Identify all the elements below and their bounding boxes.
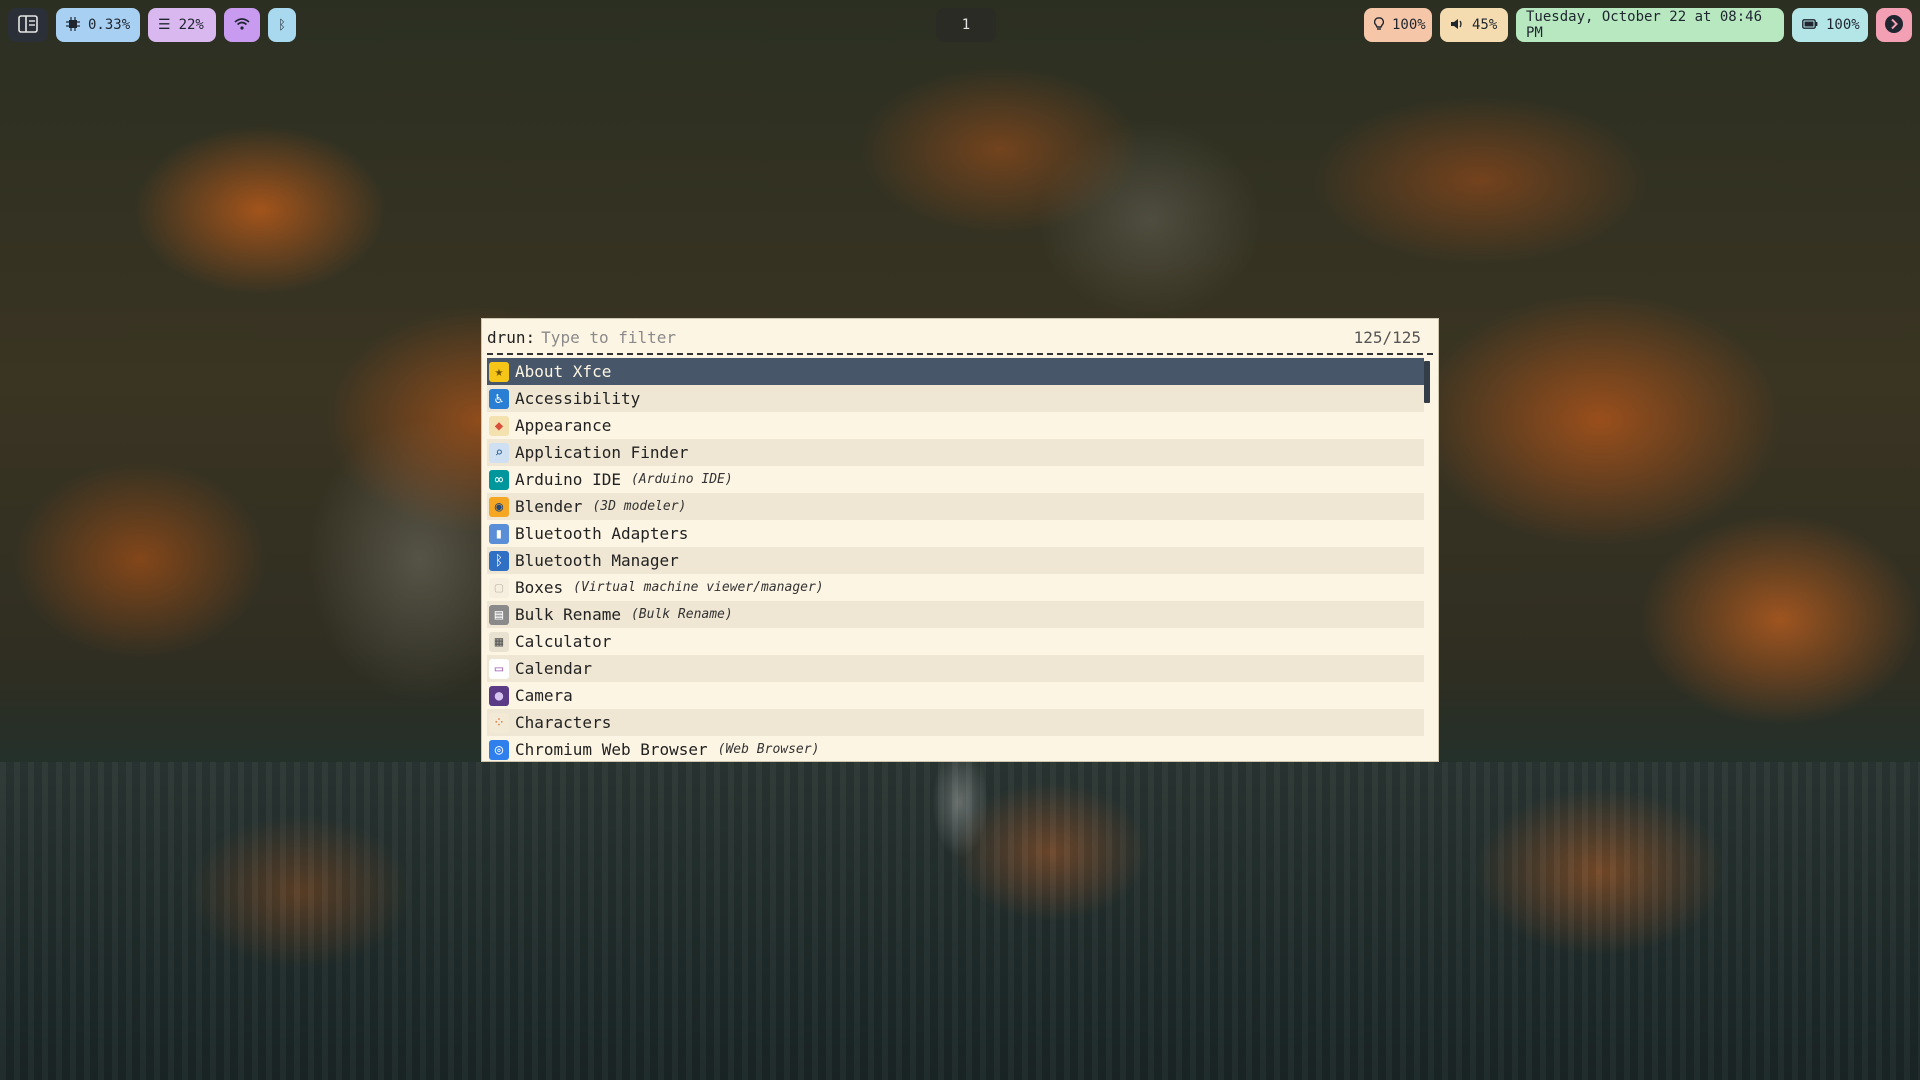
memory-icon: ☰ xyxy=(158,17,171,33)
app-icon: ᛒ xyxy=(489,550,509,571)
app-name: Boxes xyxy=(515,578,564,597)
topbar-left: 0.33% ☰ 22% ᛒ xyxy=(8,8,296,42)
app-entry[interactable]: ◆ Appearance xyxy=(487,412,1424,439)
battery-widget[interactable]: 100% xyxy=(1792,8,1868,42)
launcher-input-bar: drun: 125/125 xyxy=(487,327,1433,355)
topbar-right: 100% 45% Tuesday, October 22 at 08:46 PM… xyxy=(1364,8,1912,42)
app-name: Application Finder xyxy=(515,443,689,462)
app-entry[interactable]: ▢ Boxes (Virtual machine viewer/manager) xyxy=(487,574,1424,601)
app-name: Blender xyxy=(515,497,583,516)
app-generic-name: (Bulk Rename) xyxy=(630,607,733,622)
app-name: Calculator xyxy=(515,632,612,651)
app-name: Bluetooth Manager xyxy=(515,551,679,570)
app-icon: ● xyxy=(489,685,509,706)
cpu-icon xyxy=(66,16,80,34)
app-generic-name: (Virtual machine viewer/manager) xyxy=(573,580,824,595)
workspace-indicator[interactable]: 1 xyxy=(936,8,996,42)
app-name: Arduino IDE xyxy=(515,470,621,489)
app-entry[interactable]: ▤ Bulk Rename (Bulk Rename) xyxy=(487,601,1424,628)
bluetooth-widget[interactable]: ᛒ xyxy=(268,8,296,42)
memory-widget[interactable]: ☰ 22% xyxy=(148,8,216,42)
app-launcher-window: drun: 125/125 ★ About Xfce ♿ Accessibili… xyxy=(481,318,1439,762)
lightbulb-icon xyxy=(1373,16,1385,34)
brightness-level: 100% xyxy=(1392,17,1426,33)
filter-input[interactable] xyxy=(541,327,1354,347)
app-name: Camera xyxy=(515,686,573,705)
app-icon: ♿ xyxy=(489,388,509,409)
app-icon: ★ xyxy=(489,361,509,382)
wallpaper-reflection xyxy=(0,762,1920,1080)
app-entry[interactable]: ▮ Bluetooth Adapters xyxy=(487,520,1424,547)
app-icon: ▦ xyxy=(489,631,509,652)
app-icon: ∞ xyxy=(489,469,509,490)
app-entry[interactable]: ● Camera xyxy=(487,682,1424,709)
chevron-right-icon xyxy=(1884,14,1904,37)
app-name: Characters xyxy=(515,713,612,732)
app-name: Calendar xyxy=(515,659,593,678)
bluetooth-icon: ᛒ xyxy=(278,17,286,33)
app-icon: ▤ xyxy=(489,604,509,625)
app-icon: ◉ xyxy=(489,496,509,517)
clock-widget[interactable]: Tuesday, October 22 at 08:46 PM xyxy=(1516,8,1784,42)
app-entry[interactable]: ⌕ Application Finder xyxy=(487,439,1424,466)
brightness-widget[interactable]: 100% xyxy=(1364,8,1432,42)
wifi-icon xyxy=(234,17,250,33)
app-generic-name: (3D modeler) xyxy=(592,499,687,514)
app-entry[interactable]: ᛒ Bluetooth Manager xyxy=(487,547,1424,574)
app-icon: ▢ xyxy=(489,577,509,598)
layout-icon xyxy=(18,14,38,36)
app-icon: ⌕ xyxy=(489,442,509,463)
app-entry[interactable]: ◉ Blender (3D modeler) xyxy=(487,493,1424,520)
app-name: Bulk Rename xyxy=(515,605,621,624)
prompt-label: drun: xyxy=(487,327,536,347)
app-name: Accessibility xyxy=(515,389,641,408)
speaker-icon xyxy=(1450,18,1464,33)
app-entry[interactable]: ★ About Xfce xyxy=(487,358,1424,385)
volume-widget[interactable]: 45% xyxy=(1440,8,1508,42)
app-entry[interactable]: ⁘ Characters xyxy=(487,709,1424,736)
scrollbar[interactable] xyxy=(1424,361,1430,403)
memory-usage: 22% xyxy=(178,17,204,33)
workspace-number: 1 xyxy=(961,17,971,33)
battery-level: 100% xyxy=(1826,17,1860,33)
app-entry[interactable]: ♿ Accessibility xyxy=(487,385,1424,412)
battery-icon xyxy=(1802,18,1818,32)
desktop: 0.33% ☰ 22% ᛒ 1 100% 45% Tuesday, Octobe… xyxy=(0,0,1920,1080)
wifi-widget[interactable] xyxy=(224,8,260,42)
app-icon: ◆ xyxy=(489,415,509,436)
app-name: Appearance xyxy=(515,416,612,435)
cpu-widget[interactable]: 0.33% xyxy=(56,8,140,42)
power-menu-button[interactable] xyxy=(1876,8,1912,42)
app-entry[interactable]: ◎ Chromium Web Browser (Web Browser) xyxy=(487,736,1424,763)
app-icon: ▮ xyxy=(489,523,509,544)
app-name: Bluetooth Adapters xyxy=(515,524,689,543)
app-icon: ▭ xyxy=(489,658,509,679)
result-count: 125/125 xyxy=(1353,327,1421,347)
app-generic-name: (Arduino IDE) xyxy=(630,472,733,487)
app-name: About Xfce xyxy=(515,362,612,381)
cpu-usage: 0.33% xyxy=(88,17,131,33)
app-icon: ⁘ xyxy=(489,712,509,733)
launcher-button[interactable] xyxy=(8,8,48,42)
date-time: Tuesday, October 22 at 08:46 PM xyxy=(1526,9,1763,41)
app-entry[interactable]: ▦ Calculator xyxy=(487,628,1424,655)
volume-level: 45% xyxy=(1472,17,1498,33)
app-entry[interactable]: ∞ Arduino IDE (Arduino IDE) xyxy=(487,466,1424,493)
app-name: Chromium Web Browser xyxy=(515,740,708,759)
app-entry[interactable]: ▭ Calendar xyxy=(487,655,1424,682)
entries-container: ★ About Xfce ♿ Accessibility ◆ Appearanc… xyxy=(487,358,1424,763)
entry-list[interactable]: ★ About Xfce ♿ Accessibility ◆ Appearanc… xyxy=(487,358,1433,763)
app-icon: ◎ xyxy=(489,739,509,760)
app-generic-name: (Web Browser) xyxy=(717,742,820,757)
